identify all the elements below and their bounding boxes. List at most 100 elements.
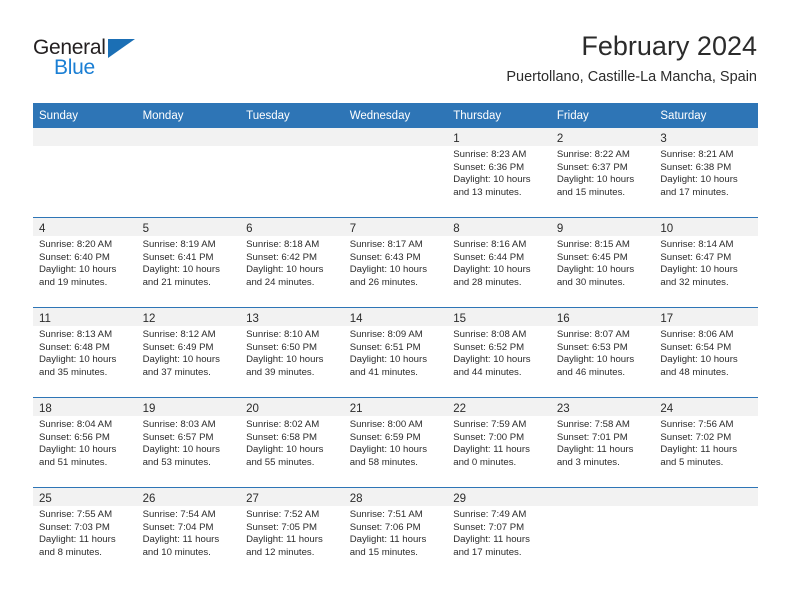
day-cell[interactable]: 17 Sunrise: 8:06 AM Sunset: 6:54 PM Dayligh… [654, 308, 758, 398]
day-cell[interactable]: 14 Sunrise: 8:09 AM Sunset: 6:51 PM Dayligh… [343, 308, 448, 398]
day-cell[interactable]: 26 Sunrise: 7:54 AM Sunset: 7:04 PM Dayligh… [136, 488, 241, 577]
day-cell[interactable]: 7 Sunrise: 8:17 AM Sunset: 6:43 PM Daylight… [343, 218, 448, 308]
daylight-text-line1: Daylight: 10 hours [556, 354, 635, 366]
daylight-text-line1: Daylight: 10 hours [142, 354, 220, 366]
daylight-text-line2: and 35 minutes. [39, 366, 108, 378]
calendar-cell[interactable]: 25 Sunrise: 7:55 AM Sunset: 7:03 PM Dayligh… [33, 487, 137, 577]
day-cell [33, 128, 137, 217]
daylight-text-line1: Daylight: 10 hours [349, 444, 428, 456]
daylight-text-line2: and 39 minutes. [246, 366, 315, 378]
day-cell[interactable]: 16 Sunrise: 8:07 AM Sunset: 6:53 PM Dayligh… [550, 308, 655, 398]
daylight-text-line2: and 44 minutes. [453, 366, 522, 378]
day-cell[interactable]: 20 Sunrise: 8:02 AM Sunset: 6:58 PM Dayligh… [240, 398, 344, 488]
day-cell[interactable]: 5 Sunrise: 8:19 AM Sunset: 6:41 PM Daylight… [136, 218, 241, 308]
calendar-cell[interactable]: 6 Sunrise: 8:18 AM Sunset: 6:42 PM Daylight… [240, 217, 344, 308]
calendar-cell[interactable]: 12 Sunrise: 8:12 AM Sunset: 6:49 PM Dayligh… [136, 307, 241, 398]
day-cell[interactable]: 18 Sunrise: 8:04 AM Sunset: 6:56 PM Dayligh… [33, 398, 137, 488]
weekday-header-tuesday: Tuesday [240, 103, 344, 128]
sunset-text: Sunset: 6:56 PM [39, 431, 110, 443]
day-cell[interactable]: 2 Sunrise: 8:22 AM Sunset: 6:37 PM Daylight… [550, 128, 655, 217]
day-number-band [343, 128, 448, 146]
day-cell[interactable]: 6 Sunrise: 8:18 AM Sunset: 6:42 PM Daylight… [240, 218, 344, 308]
day-details: Sunrise: 8:23 AM Sunset: 6:36 PM Daylight:… [447, 146, 551, 199]
calendar-cell[interactable]: 8 Sunrise: 8:16 AM Sunset: 6:44 PM Daylight… [447, 217, 551, 308]
day-cell[interactable]: 22 Sunrise: 7:59 AM Sunset: 7:00 PM Dayligh… [447, 398, 551, 488]
day-details: Sunrise: 8:21 AM Sunset: 6:38 PM Daylight:… [654, 146, 758, 199]
daylight-text-line1: Daylight: 11 hours [660, 444, 737, 456]
day-number: 6 [246, 223, 253, 235]
calendar-cell[interactable]: 18 Sunrise: 8:04 AM Sunset: 6:56 PM Dayligh… [33, 397, 137, 488]
calendar-page: General Blue February 2024 Puertollano, … [0, 0, 792, 612]
sunrise-text: Sunrise: 8:18 AM [246, 239, 320, 250]
day-cell[interactable]: 24 Sunrise: 7:56 AM Sunset: 7:02 PM Dayligh… [654, 398, 758, 488]
day-number-band: 24 [654, 398, 758, 416]
calendar-cell[interactable]: 9 Sunrise: 8:15 AM Sunset: 6:45 PM Daylight… [550, 217, 655, 308]
calendar-cell[interactable]: 16 Sunrise: 8:07 AM Sunset: 6:53 PM Dayligh… [550, 307, 655, 398]
day-cell[interactable]: 25 Sunrise: 7:55 AM Sunset: 7:03 PM Dayligh… [33, 488, 137, 577]
daylight-text-line1: Daylight: 10 hours [142, 444, 220, 456]
calendar-cell[interactable]: 14 Sunrise: 8:09 AM Sunset: 6:51 PM Dayligh… [343, 307, 448, 398]
general-blue-logo[interactable]: General Blue [33, 36, 143, 82]
daylight-text-line2: and 30 minutes. [556, 276, 626, 288]
day-number: 23 [556, 403, 570, 415]
day-cell[interactable]: 15 Sunrise: 8:08 AM Sunset: 6:52 PM Dayligh… [447, 308, 551, 398]
calendar-cell[interactable]: 10 Sunrise: 8:14 AM Sunset: 6:47 PM Dayligh… [654, 217, 758, 308]
calendar-cell[interactable]: 29 Sunrise: 7:49 AM Sunset: 7:07 PM Dayligh… [447, 487, 551, 577]
calendar-cell[interactable]: 24 Sunrise: 7:56 AM Sunset: 7:02 PM Dayligh… [654, 397, 758, 488]
calendar-cell[interactable]: 15 Sunrise: 8:08 AM Sunset: 6:52 PM Dayligh… [447, 307, 551, 398]
calendar-cell[interactable]: 7 Sunrise: 8:17 AM Sunset: 6:43 PM Daylight… [343, 217, 448, 308]
daylight-text-line1: Daylight: 10 hours [246, 354, 324, 366]
daylight-text-line1: Daylight: 11 hours [349, 534, 427, 546]
calendar-cell[interactable]: 17 Sunrise: 8:06 AM Sunset: 6:54 PM Dayligh… [654, 307, 758, 398]
sunset-text: Sunset: 7:07 PM [453, 521, 525, 533]
day-details: Sunrise: 7:51 AM Sunset: 7:06 PM Daylight:… [344, 506, 448, 559]
day-details: Sunrise: 8:07 AM Sunset: 6:53 PM Daylight:… [551, 326, 655, 379]
day-details: Sunrise: 7:52 AM Sunset: 7:05 PM Daylight:… [240, 506, 344, 559]
daylight-text-line2: and 24 minutes. [246, 276, 315, 288]
calendar-cell [654, 487, 758, 577]
daylight-text-line1: Daylight: 11 hours [142, 534, 220, 546]
calendar-cell[interactable]: 23 Sunrise: 7:58 AM Sunset: 7:01 PM Dayligh… [550, 397, 655, 488]
day-cell[interactable]: 3 Sunrise: 8:21 AM Sunset: 6:38 PM Daylight… [654, 128, 758, 217]
day-cell[interactable]: 23 Sunrise: 7:58 AM Sunset: 7:01 PM Dayligh… [550, 398, 655, 488]
day-cell[interactable]: 9 Sunrise: 8:15 AM Sunset: 6:45 PM Daylight… [550, 218, 655, 308]
day-cell[interactable]: 29 Sunrise: 7:49 AM Sunset: 7:07 PM Dayligh… [447, 488, 551, 577]
day-cell[interactable]: 21 Sunrise: 8:00 AM Sunset: 6:59 PM Dayligh… [343, 398, 448, 488]
calendar-cell[interactable]: 20 Sunrise: 8:02 AM Sunset: 6:58 PM Dayligh… [240, 397, 344, 488]
calendar-cell[interactable]: 19 Sunrise: 8:03 AM Sunset: 6:57 PM Dayligh… [136, 397, 241, 488]
day-details: Sunrise: 7:49 AM Sunset: 7:07 PM Daylight:… [447, 506, 551, 559]
calendar-cell[interactable]: 22 Sunrise: 7:59 AM Sunset: 7:00 PM Dayligh… [447, 397, 551, 488]
calendar-cell[interactable]: 28 Sunrise: 7:51 AM Sunset: 7:06 PM Dayligh… [343, 487, 448, 577]
day-cell[interactable]: 12 Sunrise: 8:12 AM Sunset: 6:49 PM Dayligh… [136, 308, 241, 398]
calendar-cell[interactable]: 4 Sunrise: 8:20 AM Sunset: 6:40 PM Daylight… [33, 217, 137, 308]
calendar-cell[interactable]: 5 Sunrise: 8:19 AM Sunset: 6:41 PM Daylight… [136, 217, 241, 308]
day-cell[interactable]: 27 Sunrise: 7:52 AM Sunset: 7:05 PM Dayligh… [240, 488, 344, 577]
day-cell[interactable]: 1 Sunrise: 8:23 AM Sunset: 6:36 PM Daylight… [447, 128, 551, 217]
day-details: Sunrise: 8:15 AM Sunset: 6:45 PM Daylight:… [551, 236, 655, 289]
day-cell[interactable]: 10 Sunrise: 8:14 AM Sunset: 6:47 PM Dayligh… [654, 218, 758, 308]
calendar-cell[interactable]: 3 Sunrise: 8:21 AM Sunset: 6:38 PM Daylight… [654, 128, 758, 218]
calendar-cell[interactable]: 27 Sunrise: 7:52 AM Sunset: 7:05 PM Dayligh… [240, 487, 344, 577]
day-cell[interactable]: 8 Sunrise: 8:16 AM Sunset: 6:44 PM Daylight… [447, 218, 551, 308]
day-cell[interactable]: 11 Sunrise: 8:13 AM Sunset: 6:48 PM Dayligh… [33, 308, 137, 398]
day-cell[interactable]: 19 Sunrise: 8:03 AM Sunset: 6:57 PM Dayligh… [136, 398, 241, 488]
daylight-text-line1: Daylight: 10 hours [453, 264, 531, 276]
sunrise-text: Sunrise: 8:06 AM [660, 329, 734, 340]
day-number-band: 8 [447, 218, 551, 236]
day-cell[interactable]: 28 Sunrise: 7:51 AM Sunset: 7:06 PM Dayligh… [343, 488, 448, 577]
calendar-cell[interactable]: 26 Sunrise: 7:54 AM Sunset: 7:04 PM Dayligh… [136, 487, 241, 577]
sunrise-text: Sunrise: 7:58 AM [556, 419, 630, 430]
weekday-header-friday: Friday [550, 103, 655, 128]
calendar-cell[interactable]: 11 Sunrise: 8:13 AM Sunset: 6:48 PM Dayligh… [33, 307, 137, 398]
calendar-cell[interactable]: 21 Sunrise: 8:00 AM Sunset: 6:59 PM Dayligh… [343, 397, 448, 488]
calendar-cell[interactable]: 13 Sunrise: 8:10 AM Sunset: 6:50 PM Dayligh… [240, 307, 344, 398]
daylight-text-line1: Daylight: 10 hours [453, 354, 531, 366]
sunrise-text: Sunrise: 8:19 AM [142, 239, 216, 250]
day-cell[interactable]: 4 Sunrise: 8:20 AM Sunset: 6:40 PM Daylight… [33, 218, 137, 308]
day-cell[interactable]: 13 Sunrise: 8:10 AM Sunset: 6:50 PM Dayligh… [240, 308, 344, 398]
calendar-cell[interactable]: 2 Sunrise: 8:22 AM Sunset: 6:37 PM Daylight… [550, 128, 655, 218]
calendar-cell[interactable]: 1 Sunrise: 8:23 AM Sunset: 6:36 PM Daylight… [447, 128, 551, 218]
day-number: 10 [660, 223, 674, 235]
daylight-text-line1: Daylight: 11 hours [453, 534, 530, 546]
day-number-band: 21 [343, 398, 448, 416]
